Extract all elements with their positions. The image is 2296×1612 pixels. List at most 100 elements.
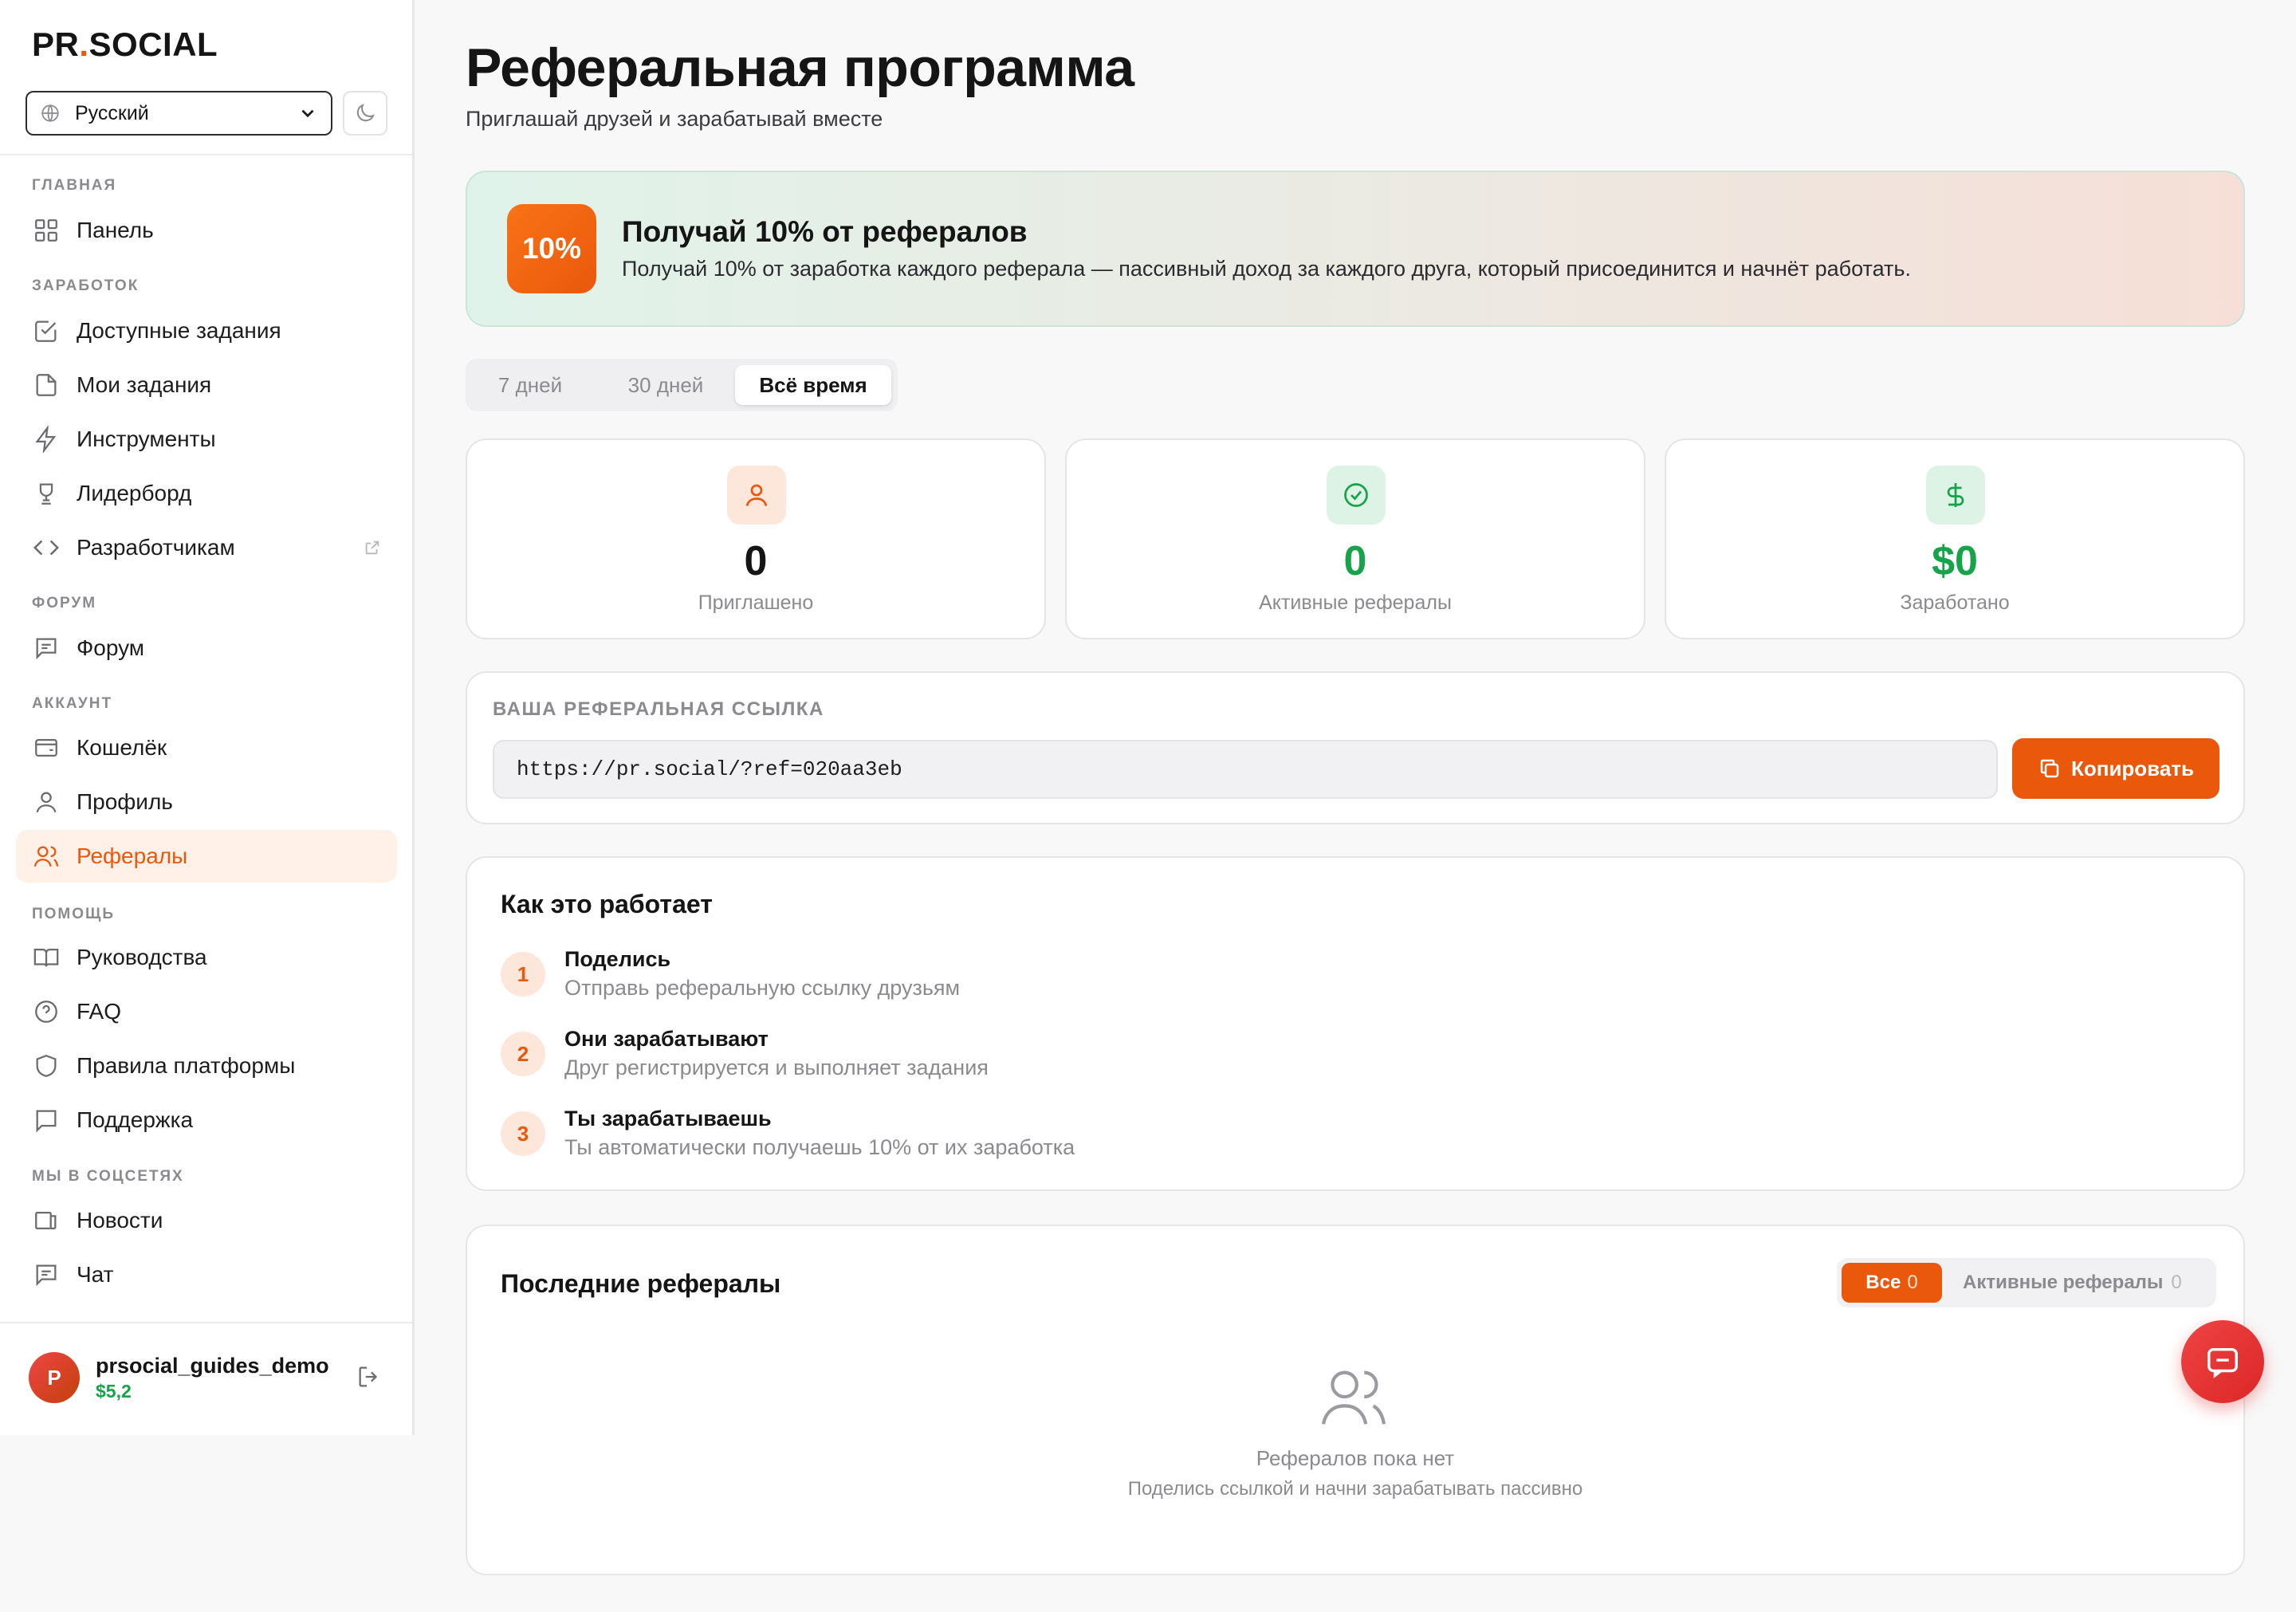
external-link-icon — [365, 541, 379, 555]
sidebar-item-guides[interactable]: Руководства — [16, 931, 397, 984]
chat-fab-button[interactable] — [2181, 1320, 2264, 1403]
banner-text: Получай 10% от заработка каждого реферал… — [622, 257, 1911, 281]
shield-icon — [32, 1052, 61, 1080]
sidebar-item-referrals[interactable]: Рефералы — [16, 830, 397, 883]
sidebar-item-rules[interactable]: Правила платформы — [16, 1040, 397, 1092]
sidebar-item-my-tasks[interactable]: Мои задания — [16, 359, 397, 411]
stat-value: 0 — [744, 538, 768, 584]
step-number: 2 — [501, 1032, 545, 1076]
sidebar-item-label: Чат — [77, 1262, 114, 1287]
tab-active-label: Активные рефералы — [1963, 1272, 2164, 1293]
stat-value: $0 — [1932, 538, 1978, 584]
bolt-icon — [32, 425, 61, 454]
sidebar-item-label: Новости — [77, 1208, 163, 1233]
stat-label: Заработано — [1900, 592, 2010, 614]
user-name: prsocial_guides_demo — [96, 1354, 329, 1378]
stat-card-earned: $0 Заработано — [1665, 438, 2245, 639]
stat-card-active: 0 Активные рефералы — [1065, 438, 1645, 639]
recent-referrals-card: Последние рефералы Все 0 Активные реферал… — [466, 1225, 2245, 1575]
sidebar: PR.SOCIAL Русский ГЛАВНАЯ Панель ЗАРАБОТ… — [0, 0, 415, 1435]
sidebar-divider — [0, 154, 412, 155]
brand-part1: PR — [32, 26, 80, 63]
sidebar-item-label: Форум — [77, 635, 145, 660]
dashboard-icon — [32, 216, 61, 245]
step-desc: Друг регистрируется и выполняет задания — [564, 1056, 989, 1079]
sidebar-item-developers[interactable]: Разработчикам — [16, 521, 397, 574]
language-value: Русский — [75, 101, 149, 124]
stat-value: 0 — [1343, 538, 1367, 584]
users-icon — [32, 842, 61, 871]
section-forum: ФОРУМ — [32, 595, 97, 611]
sidebar-item-dashboard[interactable]: Панель — [16, 204, 397, 257]
sidebar-item-label: Поддержка — [77, 1107, 194, 1132]
dollar-icon — [1926, 466, 1985, 525]
user-icon — [32, 788, 61, 816]
copy-button[interactable]: Копировать — [2012, 738, 2219, 799]
tab-all-count: 0 — [1907, 1272, 1918, 1293]
tab-all-time[interactable]: Всё время — [735, 365, 891, 405]
sidebar-item-tools[interactable]: Инструменты — [16, 413, 397, 466]
sidebar-item-leaderboard[interactable]: Лидерборд — [16, 467, 397, 520]
checkbox-icon — [32, 317, 61, 345]
tab-7-days[interactable]: 7 дней — [472, 365, 588, 405]
sidebar-item-available-tasks[interactable]: Доступные задания — [16, 305, 397, 357]
sidebar-item-label: Мои задания — [77, 372, 212, 397]
check-circle-icon — [1327, 466, 1386, 525]
sidebar-item-support[interactable]: Поддержка — [16, 1094, 397, 1146]
section-earn: ЗАРАБОТОК — [32, 277, 140, 294]
step-title: Ты зарабатываешь — [564, 1107, 772, 1130]
brand-logo[interactable]: PR.SOCIAL — [32, 26, 218, 64]
stat-label: Активные рефералы — [1259, 592, 1452, 614]
percent-badge: 10% — [507, 204, 596, 293]
chevron-down-icon — [301, 109, 314, 118]
sidebar-item-label: Профиль — [77, 789, 173, 814]
tab-active-count: 0 — [2171, 1272, 2182, 1293]
sidebar-item-label: Руководства — [77, 945, 207, 969]
referral-link-input[interactable] — [493, 740, 1998, 799]
news-icon — [32, 1206, 61, 1235]
tab-30-days[interactable]: 30 дней — [590, 365, 741, 405]
moon-icon — [356, 104, 375, 122]
tab-all[interactable]: Все 0 — [1842, 1263, 1942, 1303]
sidebar-item-label: Панель — [77, 218, 154, 242]
banner-title: Получай 10% от рефералов — [622, 215, 1028, 248]
sidebar-item-faq[interactable]: FAQ — [16, 985, 397, 1038]
referral-link-card: ВАША РЕФЕРАЛЬНАЯ ССЫЛКА Копировать — [466, 671, 2245, 824]
brand-part2: SOCIAL — [88, 26, 218, 63]
message-icon — [32, 634, 61, 662]
sidebar-item-label: Кошелёк — [77, 735, 167, 760]
sidebar-item-profile[interactable]: Профиль — [16, 776, 397, 828]
chat-icon — [32, 1260, 61, 1289]
sidebar-item-chat[interactable]: Чат — [16, 1248, 397, 1301]
wallet-icon — [32, 733, 61, 762]
language-select[interactable]: Русский — [26, 91, 332, 136]
avatar[interactable]: P — [29, 1352, 80, 1403]
globe-icon — [41, 104, 59, 122]
logout-icon[interactable] — [356, 1363, 383, 1390]
user-balance: $5,2 — [96, 1381, 132, 1402]
stat-card-invited: 0 Приглашено — [466, 438, 1046, 639]
page-subtitle: Приглашай друзей и зарабатывай вместе — [466, 107, 883, 131]
period-tabs: 7 дней 30 дней Всё время — [466, 359, 898, 411]
referral-link-label: ВАША РЕФЕРАЛЬНАЯ ССЫЛКА — [493, 698, 824, 720]
step-title: Поделись — [564, 947, 671, 971]
brand-dot: . — [79, 26, 89, 63]
code-icon — [32, 533, 61, 562]
sidebar-item-news[interactable]: Новости — [16, 1194, 397, 1247]
support-icon — [32, 1106, 61, 1134]
sidebar-item-wallet[interactable]: Кошелёк — [16, 721, 397, 774]
recent-referrals-title: Последние рефералы — [501, 1269, 781, 1298]
sidebar-item-label: Доступные задания — [77, 318, 281, 343]
sidebar-item-label: Инструменты — [77, 427, 216, 451]
step-number: 1 — [501, 952, 545, 997]
sidebar-item-forum[interactable]: Форум — [16, 622, 397, 674]
how-it-works-card: Как это работает 1 Поделись Отправь рефе… — [466, 856, 2245, 1191]
sidebar-item-label: Правила платформы — [77, 1053, 296, 1078]
tab-active-referrals[interactable]: Активные рефералы 0 — [1963, 1263, 2182, 1303]
help-circle-icon — [32, 997, 61, 1026]
book-icon — [32, 943, 61, 972]
sidebar-bottom-divider — [0, 1322, 412, 1323]
page-title: Реферальная программа — [466, 37, 1134, 98]
tab-all-label: Все — [1866, 1272, 1901, 1293]
theme-toggle-button[interactable] — [343, 91, 387, 136]
